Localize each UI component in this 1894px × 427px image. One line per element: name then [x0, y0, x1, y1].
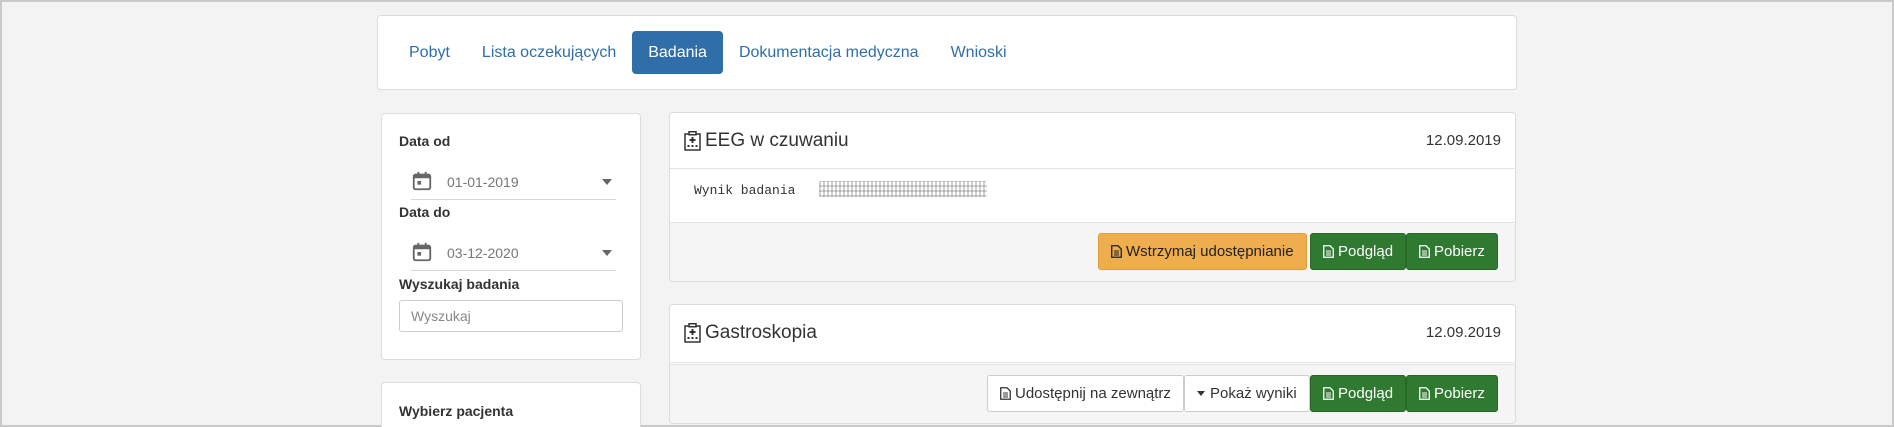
search-label: Wyszukaj badania [399, 276, 520, 292]
caret-down-icon [602, 250, 612, 256]
exam-card-footer: Udostępnij na zewnątrz Pokaż wyniki Podg… [670, 364, 1515, 423]
exam-date: 12.09.2019 [1425, 132, 1501, 149]
download-label: Pobierz [1434, 243, 1485, 260]
search-input[interactable] [399, 300, 623, 332]
show-results-button[interactable]: Pokaż wyniki [1184, 375, 1310, 412]
file-icon [1419, 245, 1430, 258]
date-to-value: 03-12-2020 [447, 245, 519, 261]
exam-card: Gastroskopia 12.09.2019 Udostępnij na ze… [669, 304, 1516, 424]
download-button[interactable]: Pobierz [1406, 375, 1498, 412]
filter-panel: Data od 01-01-2019 Data do 03-12-2020 Wy… [381, 113, 641, 360]
file-icon [1111, 245, 1122, 258]
preview-label: Podgląd [1338, 385, 1394, 402]
download-button[interactable]: Pobierz [1406, 233, 1498, 270]
tab-dokumentacja-medyczna[interactable]: Dokumentacja medyczna [723, 31, 935, 74]
date-from-label: Data od [399, 133, 451, 149]
date-from-value: 01-01-2019 [447, 174, 519, 190]
file-icon [1419, 387, 1430, 400]
exam-card: EEG w czuwaniu 12.09.2019 Wynik badania … [669, 112, 1516, 282]
calendar-icon [412, 171, 432, 191]
caret-down-icon [602, 179, 612, 185]
date-to-picker[interactable]: 03-12-2020 [411, 237, 616, 271]
nav-panel: Pobyt Lista oczekujących Badania Dokumen… [377, 15, 1517, 90]
patient-label: Wybierz pacjenta [399, 403, 514, 419]
tab-badania[interactable]: Badania [632, 31, 723, 74]
share-external-button[interactable]: Udostępnij na zewnątrz [987, 375, 1184, 412]
calendar-icon [412, 242, 432, 262]
preview-button[interactable]: Podgląd [1310, 375, 1407, 412]
tab-pobyt[interactable]: Pobyt [393, 31, 466, 74]
share-external-label: Udostępnij na zewnątrz [1015, 385, 1171, 402]
file-icon [1000, 387, 1011, 400]
hospital-icon [684, 131, 701, 151]
exam-card-header: Gastroskopia 12.09.2019 [670, 305, 1515, 363]
exam-title: Gastroskopia [705, 322, 817, 343]
exam-card-footer: Wstrzymaj udostępnianie Podgląd Pobierz [670, 222, 1515, 281]
preview-button[interactable]: Podgląd [1310, 233, 1407, 270]
exam-card-header: EEG w czuwaniu 12.09.2019 [670, 113, 1515, 169]
date-from-picker[interactable]: 01-01-2019 [411, 166, 616, 200]
patient-panel: Wybierz pacjenta [381, 382, 641, 427]
exam-date: 12.09.2019 [1425, 324, 1501, 341]
exam-result-text: Wynik badania [694, 183, 796, 198]
exam-title: EEG w czuwaniu [705, 130, 849, 151]
file-icon [1323, 245, 1334, 258]
preview-label: Podgląd [1338, 243, 1394, 260]
date-to-label: Data do [399, 204, 451, 220]
tab-wnioski[interactable]: Wnioski [935, 31, 1023, 74]
hospital-icon [684, 323, 701, 343]
show-results-label: Pokaż wyniki [1210, 385, 1297, 402]
download-label: Pobierz [1434, 385, 1485, 402]
tab-lista-oczekujacych[interactable]: Lista oczekujących [466, 31, 632, 74]
redacted-result [819, 181, 987, 197]
file-icon [1323, 387, 1334, 400]
stop-sharing-label: Wstrzymaj udostępnianie [1126, 243, 1294, 260]
nav-tabs: Pobyt Lista oczekujących Badania Dokumen… [393, 31, 1023, 74]
caret-down-icon [1197, 391, 1205, 396]
stop-sharing-button[interactable]: Wstrzymaj udostępnianie [1098, 233, 1307, 270]
